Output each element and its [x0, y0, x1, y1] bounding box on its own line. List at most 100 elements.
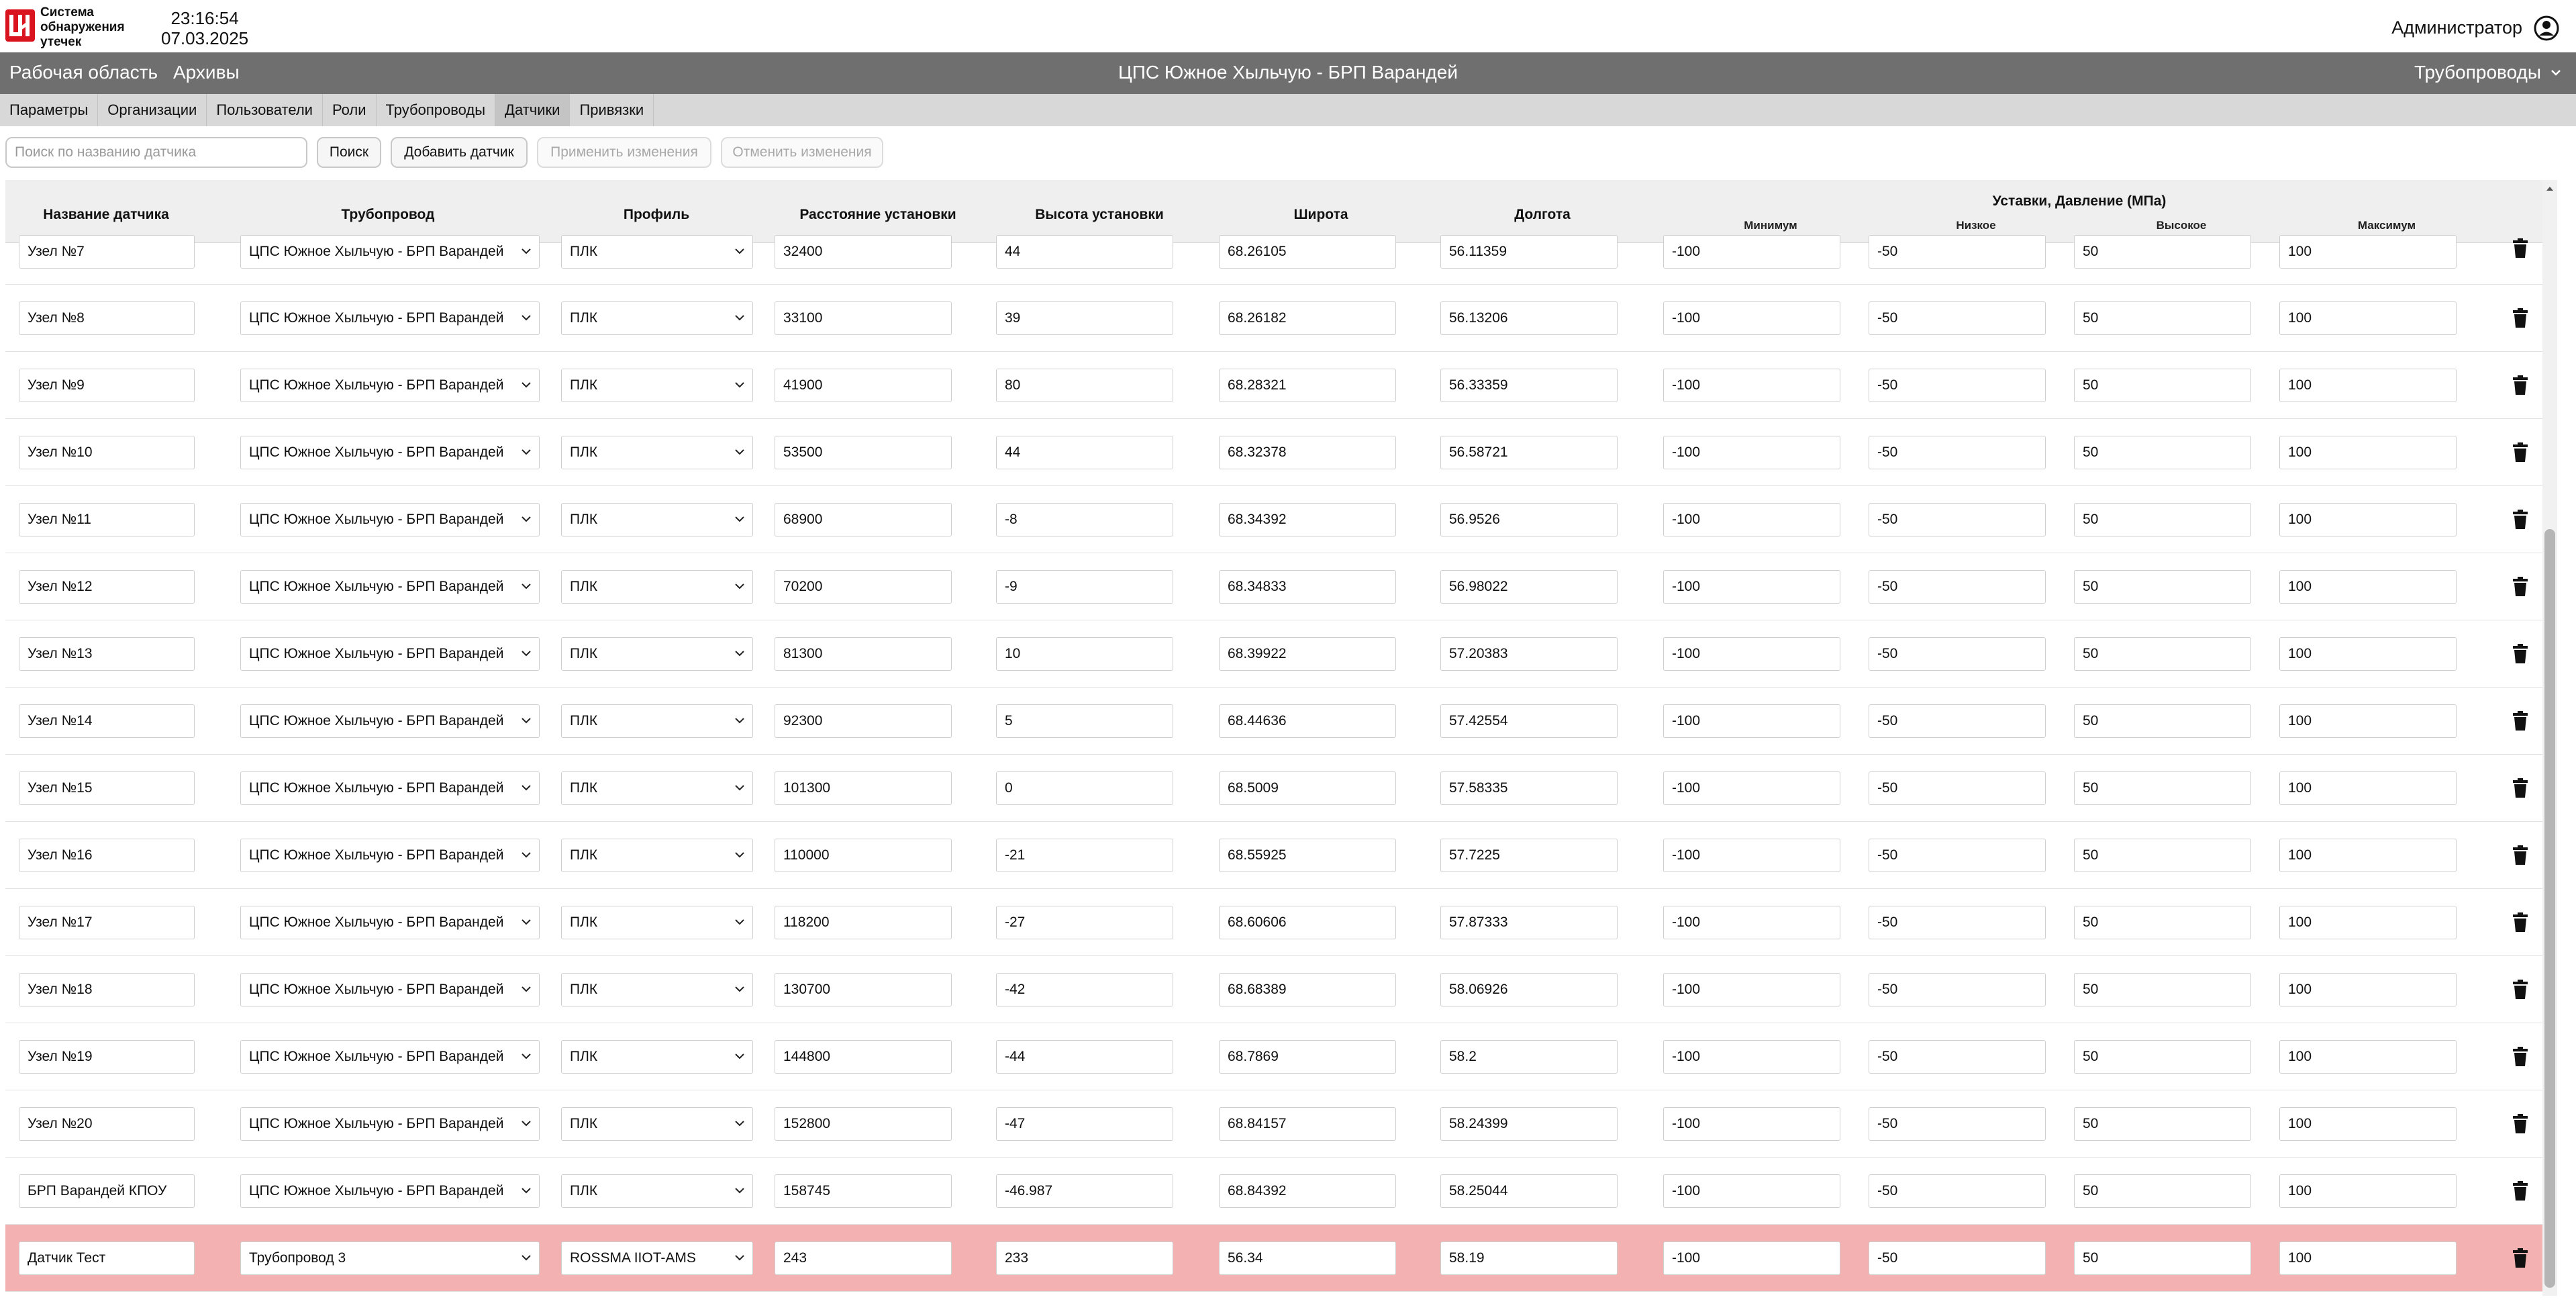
distance-input[interactable]: 41900: [775, 369, 952, 402]
pipeline-select[interactable]: ЦПС Южное Хыльчую - БРП Варандей: [240, 906, 540, 939]
min-input[interactable]: -100: [1663, 973, 1840, 1006]
profile-select[interactable]: ПЛК: [561, 771, 753, 805]
min-input[interactable]: -100: [1663, 1174, 1840, 1208]
longitude-input[interactable]: 58.19: [1440, 1241, 1618, 1275]
low-input[interactable]: -50: [1869, 906, 2046, 939]
profile-select[interactable]: ПЛК: [561, 503, 753, 536]
trash-icon[interactable]: [2512, 1046, 2529, 1068]
latitude-input[interactable]: 68.7869: [1219, 1040, 1396, 1074]
pipeline-select[interactable]: ЦПС Южное Хыльчую - БРП Варандей: [240, 570, 540, 604]
max-input[interactable]: 100: [2279, 1107, 2457, 1141]
latitude-input[interactable]: 68.44636: [1219, 704, 1396, 738]
min-input[interactable]: -100: [1663, 369, 1840, 402]
longitude-input[interactable]: 56.33359: [1440, 369, 1618, 402]
trash-icon[interactable]: [2512, 1113, 2529, 1135]
longitude-input[interactable]: 56.98022: [1440, 570, 1618, 604]
sensor-name-input[interactable]: Узел №19: [19, 1040, 195, 1074]
pipeline-select[interactable]: ЦПС Южное Хыльчую - БРП Варандей: [240, 839, 540, 872]
trash-icon[interactable]: [2512, 442, 2529, 463]
distance-input[interactable]: 152800: [775, 1107, 952, 1141]
profile-select[interactable]: ПЛК: [561, 906, 753, 939]
low-input[interactable]: -50: [1869, 1107, 2046, 1141]
longitude-input[interactable]: 58.2: [1440, 1040, 1618, 1074]
high-input[interactable]: 50: [2074, 369, 2251, 402]
min-input[interactable]: -100: [1663, 570, 1840, 604]
pipeline-select[interactable]: ЦПС Южное Хыльчую - БРП Варандей: [240, 503, 540, 536]
sensor-name-input[interactable]: Узел №10: [19, 436, 195, 469]
max-input[interactable]: 100: [2279, 369, 2457, 402]
high-input[interactable]: 50: [2074, 1107, 2251, 1141]
sensor-name-input[interactable]: Узел №13: [19, 637, 195, 671]
max-input[interactable]: 100: [2279, 436, 2457, 469]
min-input[interactable]: -100: [1663, 906, 1840, 939]
high-input[interactable]: 50: [2074, 906, 2251, 939]
low-input[interactable]: -50: [1869, 839, 2046, 872]
latitude-input[interactable]: 68.26182: [1219, 301, 1396, 335]
apply-changes-button[interactable]: Применить изменения: [537, 137, 711, 168]
nav-workspace[interactable]: Рабочая область: [9, 62, 158, 83]
tab-item[interactable]: Привязки: [570, 94, 654, 126]
height-input[interactable]: 233: [996, 1241, 1173, 1275]
tab-item[interactable]: Трубопроводы: [377, 94, 496, 126]
profile-select[interactable]: ПЛК: [561, 570, 753, 604]
sensor-name-input[interactable]: Узел №20: [19, 1107, 195, 1141]
distance-input[interactable]: 32400: [775, 235, 952, 269]
latitude-input[interactable]: 68.84392: [1219, 1174, 1396, 1208]
latitude-input[interactable]: 68.84157: [1219, 1107, 1396, 1141]
pipeline-select[interactable]: ЦПС Южное Хыльчую - БРП Варандей: [240, 1174, 540, 1208]
latitude-input[interactable]: 68.60606: [1219, 906, 1396, 939]
height-input[interactable]: -27: [996, 906, 1173, 939]
profile-select[interactable]: ПЛК: [561, 1107, 753, 1141]
pipeline-select[interactable]: ЦПС Южное Хыльчую - БРП Варандей: [240, 436, 540, 469]
max-input[interactable]: 100: [2279, 570, 2457, 604]
profile-select[interactable]: ПЛК: [561, 301, 753, 335]
low-input[interactable]: -50: [1869, 771, 2046, 805]
sensor-name-input[interactable]: Узел №14: [19, 704, 195, 738]
low-input[interactable]: -50: [1869, 369, 2046, 402]
longitude-input[interactable]: 56.11359: [1440, 235, 1618, 269]
profile-select[interactable]: ПЛК: [561, 1040, 753, 1074]
longitude-input[interactable]: 57.7225: [1440, 839, 1618, 872]
profile-select[interactable]: ROSSMA IIOT-AMS: [561, 1241, 753, 1275]
longitude-input[interactable]: 58.24399: [1440, 1107, 1618, 1141]
pipelines-dropdown[interactable]: Трубопроводы: [2414, 62, 2563, 83]
low-input[interactable]: -50: [1869, 570, 2046, 604]
distance-input[interactable]: 53500: [775, 436, 952, 469]
high-input[interactable]: 50: [2074, 839, 2251, 872]
pipeline-select[interactable]: ЦПС Южное Хыльчую - БРП Варандей: [240, 1107, 540, 1141]
trash-icon[interactable]: [2512, 845, 2529, 866]
profile-select[interactable]: ПЛК: [561, 369, 753, 402]
height-input[interactable]: 44: [996, 235, 1173, 269]
pipeline-select[interactable]: ЦПС Южное Хыльчую - БРП Варандей: [240, 704, 540, 738]
distance-input[interactable]: 243: [775, 1241, 952, 1275]
max-input[interactable]: 100: [2279, 235, 2457, 269]
latitude-input[interactable]: 68.34392: [1219, 503, 1396, 536]
trash-icon[interactable]: [2512, 576, 2529, 598]
low-input[interactable]: -50: [1869, 704, 2046, 738]
pipeline-select[interactable]: ЦПС Южное Хыльчую - БРП Варандей: [240, 637, 540, 671]
high-input[interactable]: 50: [2074, 301, 2251, 335]
min-input[interactable]: -100: [1663, 771, 1840, 805]
low-input[interactable]: -50: [1869, 637, 2046, 671]
scrollbar-thumb[interactable]: [2544, 529, 2555, 1288]
high-input[interactable]: 50: [2074, 1241, 2251, 1275]
sensor-name-input[interactable]: Узел №17: [19, 906, 195, 939]
tab-item[interactable]: Организации: [98, 94, 207, 126]
min-input[interactable]: -100: [1663, 1040, 1840, 1074]
high-input[interactable]: 50: [2074, 503, 2251, 536]
cancel-changes-button[interactable]: Отменить изменения: [721, 137, 883, 168]
longitude-input[interactable]: 56.9526: [1440, 503, 1618, 536]
min-input[interactable]: -100: [1663, 301, 1840, 335]
sensor-name-input[interactable]: Узел №16: [19, 839, 195, 872]
height-input[interactable]: 0: [996, 771, 1173, 805]
pipeline-select[interactable]: ЦПС Южное Хыльчую - БРП Варандей: [240, 973, 540, 1006]
pipeline-select[interactable]: ЦПС Южное Хыльчую - БРП Варандей: [240, 235, 540, 269]
high-input[interactable]: 50: [2074, 637, 2251, 671]
latitude-input[interactable]: 68.68389: [1219, 973, 1396, 1006]
low-input[interactable]: -50: [1869, 1241, 2046, 1275]
trash-icon[interactable]: [2512, 778, 2529, 799]
min-input[interactable]: -100: [1663, 704, 1840, 738]
low-input[interactable]: -50: [1869, 503, 2046, 536]
min-input[interactable]: -100: [1663, 1107, 1840, 1141]
low-input[interactable]: -50: [1869, 973, 2046, 1006]
